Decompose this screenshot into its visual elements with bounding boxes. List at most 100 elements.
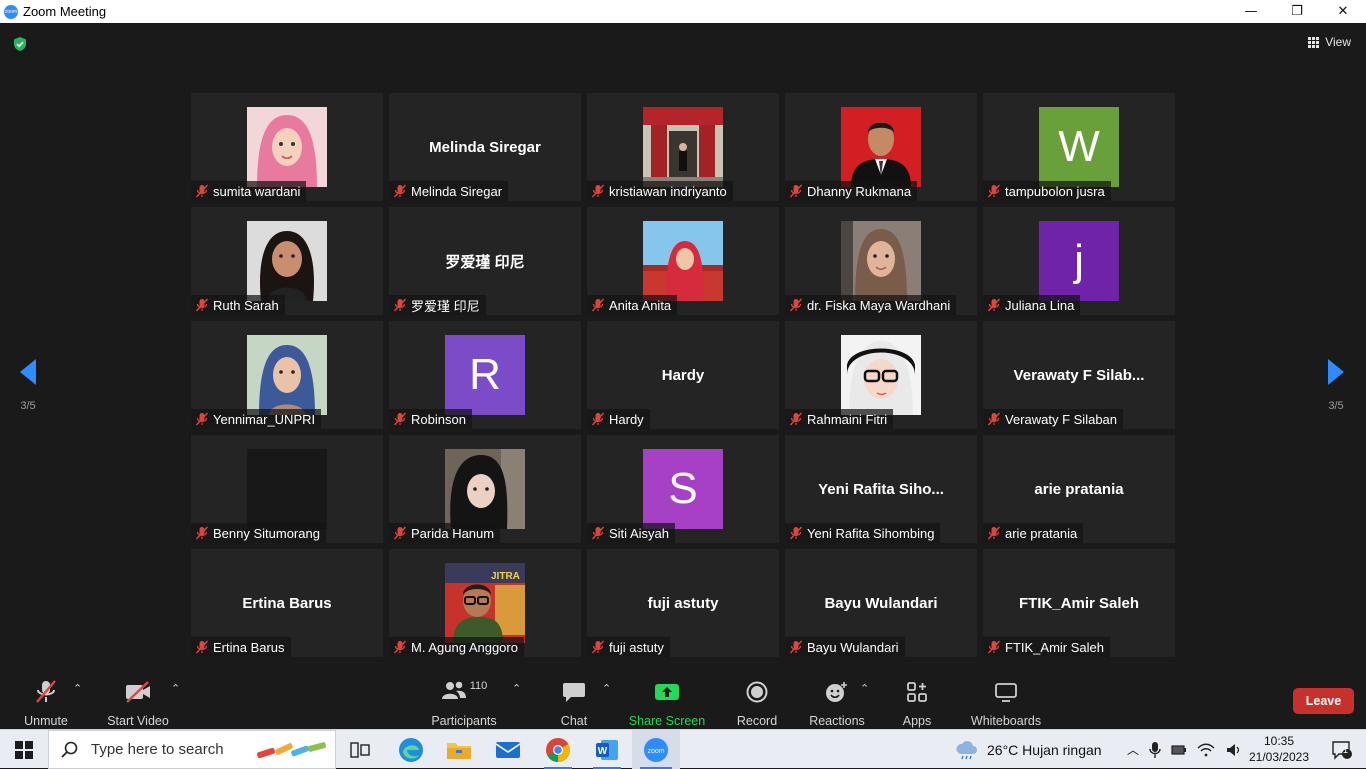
participant-tile[interactable]: Rahmaini Fitri	[785, 321, 977, 429]
participant-tile[interactable]: Verawaty F Silab... Verawaty F Silaban	[983, 321, 1175, 429]
zoom-app-taskbar-icon: zoom	[644, 737, 668, 762]
microphone-muted-icon	[591, 640, 605, 654]
participant-tile[interactable]: Anita Anita	[587, 207, 779, 315]
notification-count: 1	[1343, 745, 1349, 755]
speaker-icon[interactable]	[1225, 742, 1243, 758]
participant-tile[interactable]: S Siti Aisyah	[587, 435, 779, 543]
microphone-muted-icon	[195, 298, 209, 312]
participant-tile[interactable]: j Juliana Lina	[983, 207, 1175, 315]
participant-name-bar: FTIK_Amir Saleh	[983, 637, 1110, 657]
participant-tile[interactable]: Ruth Sarah	[191, 207, 383, 315]
participant-photo	[247, 107, 327, 187]
close-button[interactable]: ✕	[1320, 0, 1366, 23]
arrow-left-icon	[20, 359, 36, 385]
microphone-icon[interactable]	[1149, 741, 1161, 759]
participant-avatar-letter: S	[643, 449, 723, 529]
participants-options-caret[interactable]: ⌃	[512, 682, 521, 695]
participant-tile[interactable]: R Robinson	[389, 321, 581, 429]
taskbar-zoom[interactable]: zoom	[632, 730, 680, 769]
participant-tile[interactable]: Yeni Rafita Siho... Yeni Rafita Sihombing	[785, 435, 977, 543]
view-button[interactable]: View	[1308, 35, 1351, 49]
battery-icon[interactable]	[1171, 743, 1187, 757]
reactions-options-caret[interactable]: ⌃	[860, 682, 869, 695]
participant-tile[interactable]: kristiawan indriyanto	[587, 93, 779, 201]
participant-photo	[643, 107, 723, 187]
leave-button[interactable]: Leave	[1293, 688, 1354, 714]
share-screen-button[interactable]: Share Screen	[629, 668, 705, 728]
participant-tile[interactable]: FTIK_Amir Saleh FTIK_Amir Saleh	[983, 549, 1175, 657]
start-button[interactable]	[0, 730, 48, 769]
participant-name: Juliana Lina	[1005, 297, 1075, 313]
participant-tile[interactable]: 罗爱瑾 印尼 罗爱瑾 印尼	[389, 207, 581, 315]
participant-name: Verawaty F Silaban	[1005, 411, 1118, 427]
participant-name-bar: sumita wardani	[191, 181, 307, 201]
participant-name-bar: kristiawan indriyanto	[587, 181, 733, 201]
participant-tile[interactable]: Yennimar_UNPRI	[191, 321, 383, 429]
participant-tile[interactable]: Hardy Hardy	[587, 321, 779, 429]
previous-page-button[interactable]: 3/5	[18, 357, 38, 412]
weather-widget[interactable]: 26°C Hujan ringan	[955, 730, 1102, 769]
participant-tile[interactable]: Benny Situmorang	[191, 435, 383, 543]
participant-name: Yeni Rafita Sihombing	[807, 525, 935, 541]
taskbar-clock[interactable]: 10:35 21/03/2023	[1244, 733, 1314, 765]
participant-avatar-letter: R	[445, 335, 525, 415]
participant-tile[interactable]: fuji astuty fuji astuty	[587, 549, 779, 657]
start-video-button[interactable]: Start Video	[107, 668, 169, 728]
reactions-label: Reactions	[809, 714, 865, 728]
taskbar-chrome[interactable]	[536, 730, 580, 769]
reactions-button[interactable]: Reactions	[809, 668, 865, 728]
participant-name-bar: Juliana Lina	[983, 295, 1081, 315]
meeting-area: View 3/5 3/5 sumita wardani Melinda Sireg…	[0, 23, 1366, 729]
minimize-button[interactable]: —	[1228, 0, 1274, 23]
participant-tile[interactable]: sumita wardani	[191, 93, 383, 201]
record-button[interactable]: Record	[737, 668, 777, 728]
whiteboards-button[interactable]: Whiteboards	[970, 668, 1042, 728]
unmute-button[interactable]: Unmute	[22, 668, 70, 728]
participant-tile[interactable]: Wtampubolon jusra	[983, 93, 1175, 201]
participant-tile[interactable]: Melinda Siregar Melinda Siregar	[389, 93, 581, 201]
chat-button[interactable]: Chat	[560, 668, 588, 728]
security-shield-icon[interactable]	[12, 36, 28, 52]
participant-tile[interactable]: Ertina Barus Ertina Barus	[191, 549, 383, 657]
task-view-button[interactable]	[340, 730, 380, 769]
microphone-muted-icon	[195, 412, 209, 426]
participants-button[interactable]: 110 Participants	[431, 668, 497, 728]
participant-name: Anita Anita	[609, 297, 672, 313]
wifi-icon[interactable]	[1197, 743, 1215, 757]
notification-center-button[interactable]: 1	[1322, 730, 1362, 769]
apps-label: Apps	[902, 714, 932, 728]
participant-name: Melinda Siregar	[411, 183, 503, 199]
participant-tile[interactable]: Bayu Wulandari Bayu Wulandari	[785, 549, 977, 657]
taskbar-search-box[interactable]: Type here to search	[48, 730, 336, 769]
taskbar-edge[interactable]	[390, 730, 432, 769]
participant-avatar-letter: j	[1039, 221, 1119, 301]
edge-browser-icon	[399, 737, 423, 762]
participant-tile[interactable]: dr. Fiska Maya Wardhani	[785, 207, 977, 315]
taskbar-word[interactable]: W	[585, 730, 629, 769]
participant-name-bar: Verawaty F Silaban	[983, 409, 1124, 429]
participant-tile[interactable]: Dhanny Rukmana	[785, 93, 977, 201]
restore-button[interactable]: ❐	[1274, 0, 1320, 23]
taskbar-file-explorer[interactable]	[438, 730, 480, 769]
microphone-muted-icon	[591, 298, 605, 312]
chevron-up-icon[interactable]: ︿	[1127, 741, 1139, 758]
system-tray: ︿	[1127, 730, 1243, 769]
whiteboards-label: Whiteboards	[970, 714, 1042, 728]
page-indicator-right: 3/5	[1328, 400, 1344, 412]
participant-tile[interactable]: Parida Hanum	[389, 435, 581, 543]
taskbar-mail[interactable]	[487, 730, 529, 769]
video-camera-off-icon	[126, 681, 150, 703]
cloud-rain-icon	[956, 740, 977, 759]
audio-options-caret[interactable]: ⌃	[73, 682, 82, 695]
participant-name-bar: fuji astuty	[587, 637, 670, 657]
microphone-muted-icon	[195, 184, 209, 198]
apps-button[interactable]: Apps	[901, 668, 933, 728]
participant-tile[interactable]: JITRA M. Agung Anggoro	[389, 549, 581, 657]
next-page-button[interactable]: 3/5	[1326, 357, 1346, 412]
chat-options-caret[interactable]: ⌃	[602, 682, 611, 695]
video-options-caret[interactable]: ⌃	[171, 682, 180, 695]
participant-tile[interactable]: arie pratania arie pratania	[983, 435, 1175, 543]
grid-icon	[1308, 36, 1320, 48]
microphone-muted-icon	[789, 640, 803, 654]
unmute-label: Unmute	[24, 714, 68, 728]
